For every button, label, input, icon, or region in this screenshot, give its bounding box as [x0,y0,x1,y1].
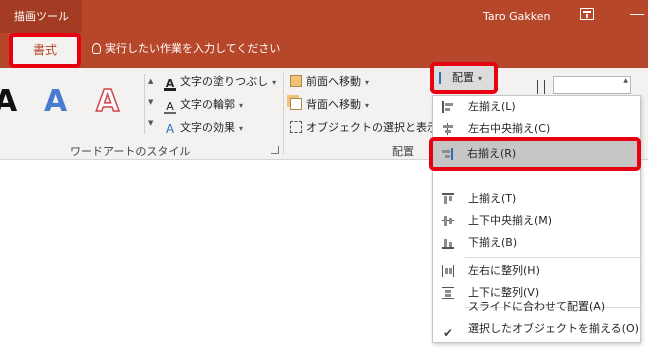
text-fill-icon: A [164,77,176,91]
menu-item-label: 上下中央揃え(M) [468,214,553,227]
menu-item-align-selected-objects[interactable]: ✔ 選択したオブジェクトを揃える(O) [433,318,640,340]
text-outline-icon: A [164,101,176,114]
menu-item-label: 左揃え(L) [468,100,516,113]
align-bottom-icon [442,237,454,249]
menu-item-label: 上揃え(T) [468,192,517,205]
wordart-style-gallery[interactable]: A A A ▲ ▼ ▼ [0,74,157,134]
gallery-up-icon[interactable]: ▲ [148,77,153,85]
menu-item-align-right[interactable]: 右揃え(R) [429,137,641,171]
menu-item-label: 右揃え(R) [467,147,517,160]
text-fill-button[interactable]: A 文字の塗りつぶし ▾ [164,73,276,91]
shape-height-icon [537,80,545,94]
spin-up-icon[interactable]: ▲ [623,77,628,85]
send-backward-icon [290,98,302,110]
chevron-down-icon: ▾ [478,74,483,83]
menu-divider [465,257,641,258]
text-effects-label: 文字の効果 [180,121,235,134]
align-top-icon [442,193,454,205]
arrange-dropdown-menu: 左揃え(L) 左右中央揃え(C) 上揃え(T) 上下中央揃え(M) 下揃え(B)… [432,95,641,343]
lightbulb-icon [92,43,101,54]
menu-item-label: スライドに合わせて配置(A) [468,300,606,313]
wordart-style-red-outline[interactable]: A [95,83,120,120]
bring-forward-icon [290,75,302,87]
align-middle-icon [442,215,454,227]
menu-item-label: 左右中央揃え(C) [468,122,551,135]
chevron-down-icon: ▾ [239,124,244,133]
text-fill-label: 文字の塗りつぶし [180,75,269,88]
menu-item-label: 左右に整列(H) [468,264,540,277]
chevron-down-icon: ▾ [272,78,277,87]
shape-height-input[interactable]: ▲ [553,76,631,94]
menu-item-align-to-slide[interactable]: スライドに合わせて配置(A) [433,296,640,318]
gallery-scroll[interactable]: ▲ ▼ ▼ [144,74,157,134]
text-effects-icon: A [165,122,175,136]
wordart-style-black[interactable]: A [0,84,17,119]
arrange-button-label: 配置 [452,71,474,84]
chevron-down-icon: ▾ [365,101,370,110]
chevron-down-icon: ▾ [365,78,370,87]
title-bar: 描画ツール Taro Gakken 書式 実行したい作業を入力してください [0,0,648,68]
group-divider [283,73,284,155]
wordart-group-label: ワードアートのスタイル [70,145,191,158]
bring-forward-label: 前面へ移動 [306,75,361,88]
menu-item-distribute-horizontal[interactable]: 左右に整列(H) [433,260,640,282]
text-outline-button[interactable]: A 文字の輪郭 ▾ [164,96,243,114]
wordart-style-blue[interactable]: A [44,84,67,119]
menu-item-align-top[interactable]: 上揃え(T) [433,188,640,210]
arrange-button[interactable]: 配置 ▾ [430,62,498,94]
dialog-launcher-icon[interactable] [271,146,279,154]
gallery-down-icon[interactable]: ▼ [148,98,153,106]
tell-me-search[interactable]: 実行したい作業を入力してください [92,40,280,56]
menu-item-align-middle[interactable]: 上下中央揃え(M) [433,210,640,232]
bring-forward-button[interactable]: 前面へ移動 ▾ [290,73,369,89]
tab-format[interactable]: 書式 [9,33,81,68]
align-right-icon [441,148,453,160]
send-backward-label: 背面へ移動 [306,98,361,111]
menu-item-label: 下揃え(B) [468,236,518,249]
align-center-icon [442,123,454,135]
align-icon [439,72,448,84]
menu-item-label: 選択したオブジェクトを揃える(O) [468,322,639,335]
selection-pane-icon [290,121,302,133]
gallery-more-icon[interactable]: ▼ [148,119,153,127]
distribute-horizontal-icon [442,265,454,277]
text-outline-label: 文字の輪郭 [180,98,235,111]
menu-item-align-left[interactable]: 左揃え(L) [433,96,640,118]
chevron-down-icon: ▾ [239,101,244,110]
send-backward-button[interactable]: 背面へ移動 ▾ [290,96,369,112]
drawing-tools-context-label: 描画ツール [0,0,82,33]
selection-pane-button[interactable]: オブジェクトの選択と表示 [290,119,438,135]
check-icon: ✔ [443,326,454,340]
align-left-icon [442,101,454,113]
user-name[interactable]: Taro Gakken [483,10,551,23]
ribbon-display-options-icon[interactable] [580,8,594,20]
arrange-group-label: 配置 [392,145,414,158]
tell-me-text: 実行したい作業を入力してください [105,42,281,55]
selection-pane-label: オブジェクトの選択と表示 [306,121,438,134]
text-effects-button[interactable]: A 文字の効果 ▾ [164,119,243,135]
minimize-icon[interactable] [628,6,648,22]
menu-item-align-bottom[interactable]: 下揃え(B) [433,232,640,254]
